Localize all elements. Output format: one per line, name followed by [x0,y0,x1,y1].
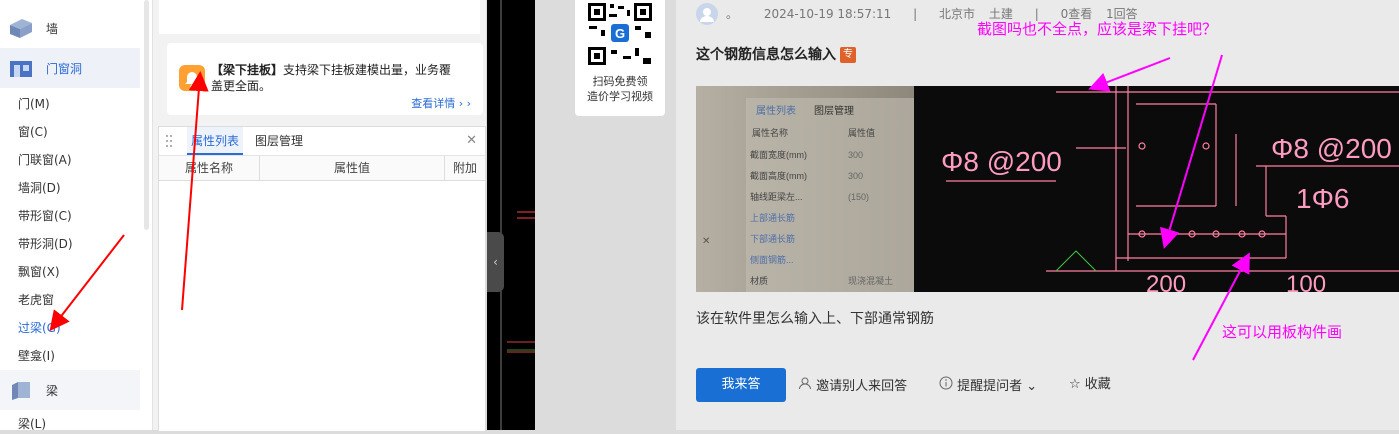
arrow-top-down [1160,54,1223,249]
arrow-to-lintel [49,234,125,332]
arrow-bottom-up [1192,252,1250,361]
arrow-top-left [1088,57,1171,92]
annotation-arrows [49,54,1250,361]
arrow-to-promo [181,71,209,311]
